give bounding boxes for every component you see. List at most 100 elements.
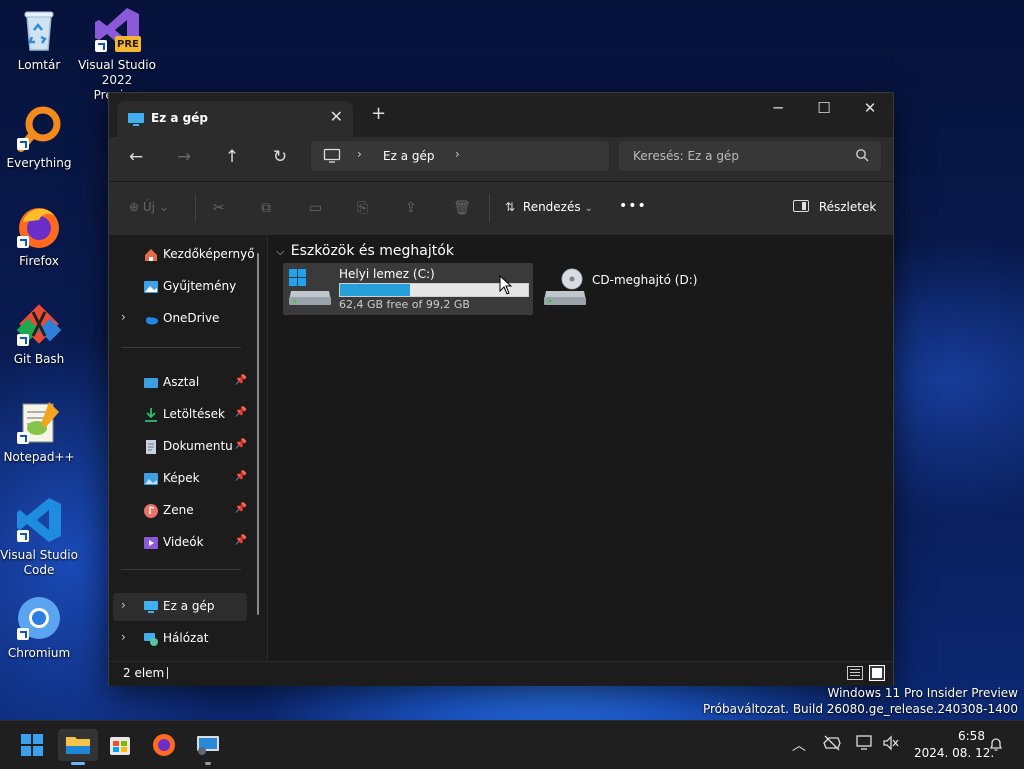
copy-icon[interactable]: ⧉ xyxy=(261,200,271,216)
more-options-button[interactable]: ••• xyxy=(619,198,647,214)
shortcut-arrow-icon xyxy=(17,236,29,248)
taskbar-firefox[interactable] xyxy=(144,729,184,761)
cut-icon[interactable]: ✂ xyxy=(213,200,225,216)
share-icon[interactable]: ⇪ xyxy=(405,200,417,216)
pin-icon: 📌 xyxy=(234,471,247,482)
pin-icon: 📌 xyxy=(234,503,247,514)
computer-icon xyxy=(143,599,159,615)
desktop-icon-everything[interactable]: Everything xyxy=(0,104,78,171)
sidebar-item-label: Dokumentumok xyxy=(163,439,233,453)
sidebar-item-this-pc[interactable]: › Ez a gép xyxy=(113,593,247,621)
start-button[interactable] xyxy=(12,729,52,761)
clock-time[interactable]: 6:58 xyxy=(958,729,985,743)
videos-icon xyxy=(143,535,159,551)
sidebar-item-documents[interactable]: Dokumentumok 📌 xyxy=(119,433,247,461)
mouse-cursor-icon xyxy=(499,274,513,298)
close-window-button[interactable]: ✕ xyxy=(847,99,893,117)
desktop-icon-label: Visual Studio Code xyxy=(0,548,78,577)
refresh-button[interactable]: ↻ xyxy=(265,147,295,167)
chevron-right-icon[interactable]: › xyxy=(121,310,126,324)
chevron-down-icon: ⌵ xyxy=(276,245,285,258)
desktop-icon-vscode[interactable]: Visual Studio Code xyxy=(0,496,78,578)
shortcut-arrow-icon xyxy=(17,432,29,444)
chevron-right-icon[interactable]: › xyxy=(121,598,126,612)
rename-icon[interactable]: ⎘ xyxy=(357,200,368,216)
up-button[interactable]: ↑ xyxy=(217,147,247,167)
gallery-icon xyxy=(143,279,159,295)
firefox-icon xyxy=(15,202,63,250)
sidebar-item-downloads[interactable]: Letöltések 📌 xyxy=(119,401,247,429)
tiles-view-button[interactable] xyxy=(869,665,885,681)
sidebar-item-network[interactable]: › Hálózat xyxy=(119,625,247,653)
chevron-down-icon: ⌄ xyxy=(584,203,593,214)
desktop-icon-chromium[interactable]: Chromium xyxy=(0,594,78,661)
forward-button[interactable]: → xyxy=(169,147,199,167)
desktop-icon xyxy=(143,375,159,391)
drive-item-c[interactable]: Helyi lemez (C:) 62,4 GB free of 99,2 GB xyxy=(283,263,533,315)
recycle-bin-icon xyxy=(15,6,63,54)
desktop-icon-firefox[interactable]: Firefox xyxy=(0,202,78,269)
sidebar-item-label: Képek xyxy=(163,471,200,485)
tab-this-pc[interactable]: Ez a gép ✕ xyxy=(117,101,353,137)
volume-muted-icon[interactable] xyxy=(882,735,900,754)
paste-icon[interactable]: ▭ xyxy=(309,200,322,216)
sidebar-item-onedrive[interactable]: › OneDrive xyxy=(119,305,247,333)
notification-bell-icon[interactable] xyxy=(988,736,1004,755)
list-lines-icon xyxy=(850,669,860,677)
sort-button[interactable]: ⇅ Rendezés ⌄ xyxy=(505,200,593,214)
back-button[interactable]: ← xyxy=(121,147,151,167)
maximize-button[interactable]: ☐ xyxy=(801,99,847,117)
tab-bar: Ez a gép ✕ + ─ ☐ ✕ xyxy=(109,93,893,137)
details-label: Részletek xyxy=(818,200,877,214)
desktop-icon-recycle-bin[interactable]: Lomtár xyxy=(0,6,78,73)
taskbar-file-explorer[interactable] xyxy=(58,729,98,765)
new-tab-button[interactable]: + xyxy=(371,103,386,124)
drive-free-space: 62,4 GB free of 99,2 GB xyxy=(339,298,470,311)
chevron-right-icon[interactable]: › xyxy=(121,630,126,644)
breadcrumb-this-pc[interactable]: Ez a gép xyxy=(383,149,434,163)
visual-studio-icon: PRE xyxy=(93,6,141,54)
navigation-pane: Kezdőképernyő Gyűjtemény › OneDrive Aszt… xyxy=(109,235,267,661)
show-hidden-icons-chevron[interactable]: ︿ xyxy=(792,735,806,755)
desktop-icon-notepad-plus-plus[interactable]: Notepad++ xyxy=(0,398,78,465)
pin-icon: 📌 xyxy=(234,407,247,418)
address-bar[interactable]: › Ez a gép › xyxy=(311,141,609,171)
sidebar-item-label: Hálózat xyxy=(163,631,209,645)
drive-item-d[interactable]: CD-meghajtó (D:) xyxy=(538,263,718,315)
insider-watermark-line2: Próbaváltozat. Build 26080.ge_release.24… xyxy=(702,702,1018,716)
close-tab-icon[interactable]: ✕ xyxy=(330,107,343,126)
details-pane-button[interactable]: Részletek xyxy=(793,200,876,214)
desktop-icon-visual-studio-preview[interactable]: PRE Visual Studio 2022 Preview xyxy=(78,6,156,103)
minimize-button[interactable]: ─ xyxy=(755,99,801,117)
desktop-icon-label: Everything xyxy=(6,156,72,170)
status-separator xyxy=(167,667,168,679)
clock-date[interactable]: 2024. 08. 12. xyxy=(914,746,994,760)
navigation-bar: ← → ↑ ↻ › Ez a gép › Keresés: Ez a gép xyxy=(109,137,893,181)
sidebar-item-label: Ez a gép xyxy=(163,599,215,613)
pre-badge: PRE xyxy=(117,39,139,50)
chevron-right-icon[interactable]: › xyxy=(455,147,460,161)
shortcut-arrow-icon xyxy=(17,530,29,542)
new-button[interactable]: ⊕ Új ⌄ xyxy=(129,200,169,214)
display-icon[interactable] xyxy=(856,735,874,754)
cloud-icon xyxy=(143,311,159,327)
group-header[interactable]: ⌵ Eszközök és meghajtók xyxy=(276,243,454,259)
sidebar-item-desktop[interactable]: Asztal 📌 xyxy=(119,369,247,397)
sidebar-item-music[interactable]: Zene 📌 xyxy=(119,497,247,525)
delete-icon[interactable]: 🗑 xyxy=(453,200,471,216)
details-view-button[interactable] xyxy=(847,666,863,680)
desktop-icon-label: Notepad++ xyxy=(3,450,75,464)
desktop-icon-git-bash[interactable]: Git Bash xyxy=(0,300,78,367)
sidebar-item-pictures[interactable]: Képek 📌 xyxy=(119,465,247,493)
sidebar-item-videos[interactable]: Videók 📌 xyxy=(119,529,247,557)
git-bash-icon xyxy=(15,300,63,348)
sidebar-item-label: Videók xyxy=(163,535,204,549)
taskbar: ︿ 6:58 2024. 08. 12. xyxy=(0,720,1024,769)
sidebar-item-gallery[interactable]: Gyűjtemény xyxy=(119,273,247,301)
taskbar-remote-desktop[interactable] xyxy=(188,729,228,765)
sidebar-item-home[interactable]: Kezdőképernyő xyxy=(119,241,255,269)
taskbar-store[interactable] xyxy=(100,729,140,761)
search-box[interactable]: Keresés: Ez a gép xyxy=(619,141,881,171)
network-disconnected-icon[interactable] xyxy=(822,735,842,754)
sidebar-scrollbar[interactable] xyxy=(257,253,259,615)
